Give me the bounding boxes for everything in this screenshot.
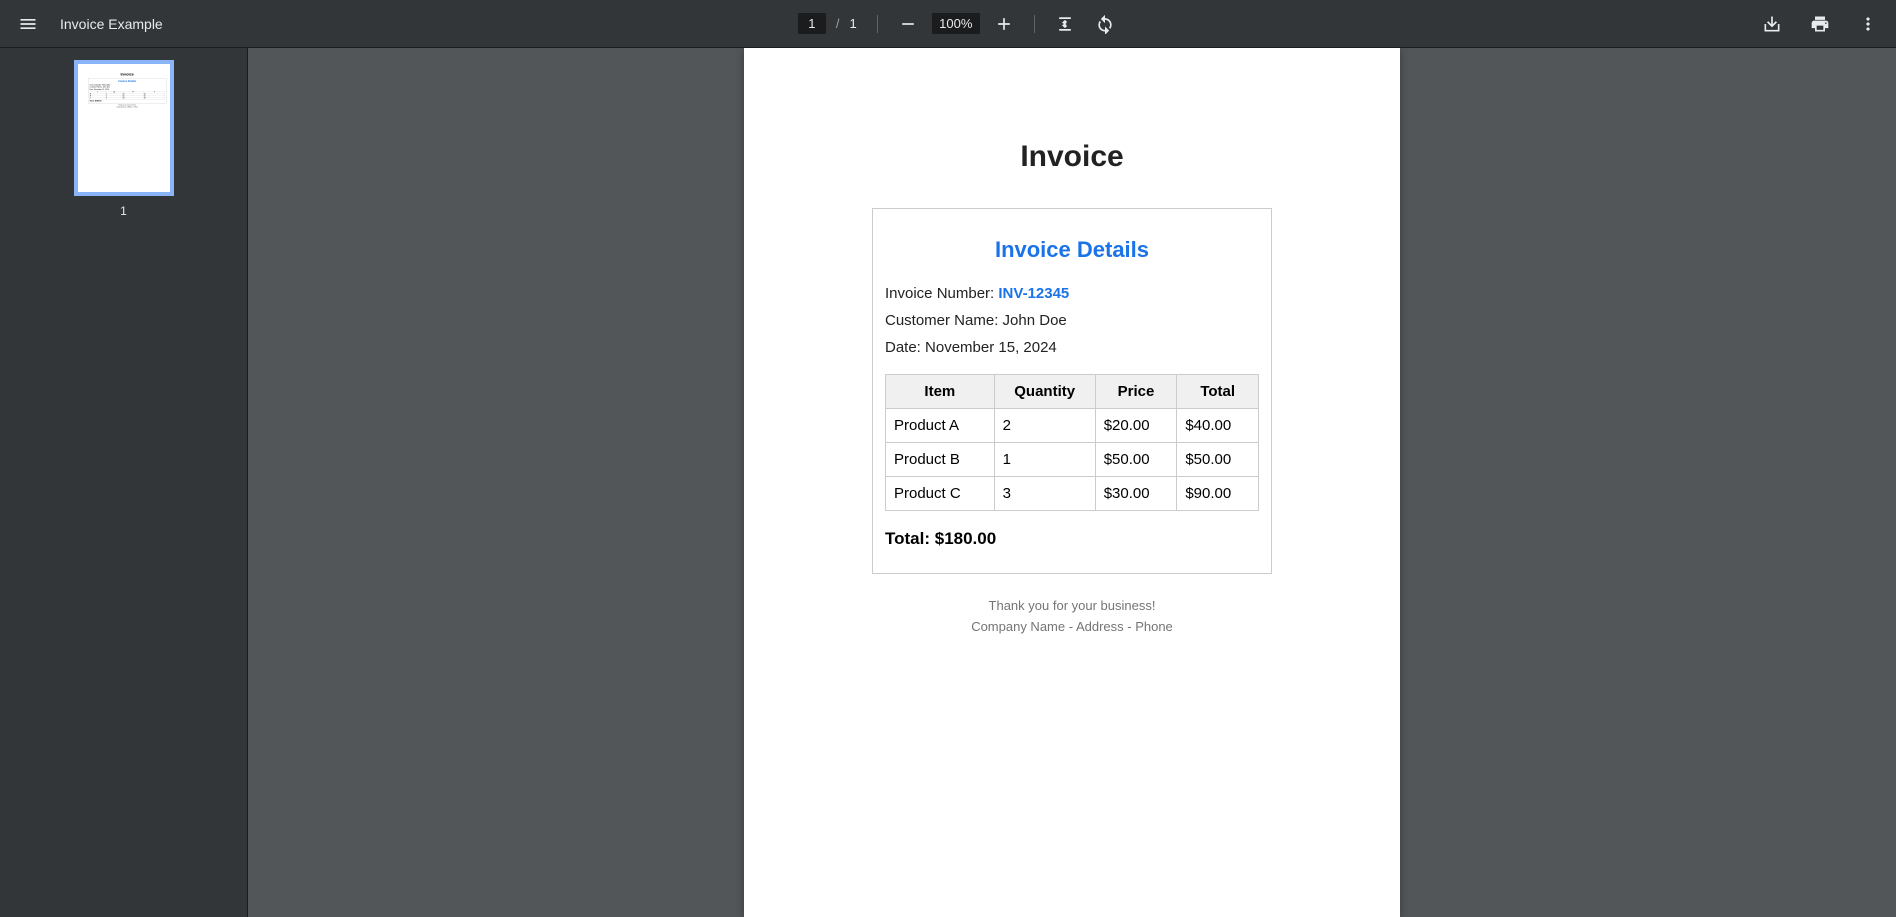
page-separator: / xyxy=(836,16,840,31)
col-qty: Quantity xyxy=(994,375,1095,409)
invoice-number-line: Invoice Number: INV-12345 xyxy=(885,285,1259,302)
page-thumbnail[interactable]: Invoice Invoice Details Invoice Number: … xyxy=(74,60,174,196)
cell-qty: 2 xyxy=(994,409,1095,443)
divider xyxy=(877,15,878,33)
menu-icon[interactable] xyxy=(12,8,44,40)
cell-qty: 1 xyxy=(994,443,1095,477)
table-row: Product B 1 $50.00 $50.00 xyxy=(886,443,1259,477)
pdf-page: Invoice Invoice Details Invoice Number: … xyxy=(744,48,1400,917)
cell-total: $90.00 xyxy=(1177,477,1259,511)
download-icon[interactable] xyxy=(1756,8,1788,40)
page-total: 1 xyxy=(850,16,857,31)
date-label: Date: xyxy=(885,339,925,356)
more-icon[interactable] xyxy=(1852,8,1884,40)
zoom-input[interactable] xyxy=(932,13,980,34)
total-value: $180.00 xyxy=(935,529,996,548)
date-line: Date: November 15, 2024 xyxy=(885,339,1259,356)
customer-label: Customer Name: xyxy=(885,312,1003,329)
cell-price: $30.00 xyxy=(1095,477,1177,511)
customer-value: John Doe xyxy=(1003,312,1067,329)
col-item: Item xyxy=(886,375,995,409)
customer-name-line: Customer Name: John Doe xyxy=(885,312,1259,329)
rotate-icon[interactable] xyxy=(1089,8,1121,40)
main-viewport[interactable]: Invoice Invoice Details Invoice Number: … xyxy=(248,48,1896,917)
cell-item: Product A xyxy=(886,409,995,443)
zoom-out-icon[interactable] xyxy=(892,8,924,40)
cell-price: $50.00 xyxy=(1095,443,1177,477)
cell-item: Product B xyxy=(886,443,995,477)
invoice-number-value: INV-12345 xyxy=(998,285,1069,302)
fit-page-icon[interactable] xyxy=(1049,8,1081,40)
invoice-table: Item Quantity Price Total Product A 2 $2… xyxy=(885,374,1259,511)
divider xyxy=(1034,15,1035,33)
table-header-row: Item Quantity Price Total xyxy=(886,375,1259,409)
thumbnail-label: 1 xyxy=(120,204,127,218)
col-total: Total xyxy=(1177,375,1259,409)
invoice-details-heading: Invoice Details xyxy=(885,237,1259,263)
cell-total: $40.00 xyxy=(1177,409,1259,443)
invoice-number-label: Invoice Number: xyxy=(885,285,998,302)
page-number-input[interactable] xyxy=(798,13,826,34)
cell-qty: 3 xyxy=(994,477,1095,511)
document-title: Invoice Example xyxy=(60,16,163,32)
col-price: Price xyxy=(1095,375,1177,409)
table-row: Product A 2 $20.00 $40.00 xyxy=(886,409,1259,443)
cell-total: $50.00 xyxy=(1177,443,1259,477)
invoice-footer: Thank you for your business! Company Nam… xyxy=(872,598,1272,634)
zoom-in-icon[interactable] xyxy=(988,8,1020,40)
print-icon[interactable] xyxy=(1804,8,1836,40)
thumbnail-sidebar: Invoice Invoice Details Invoice Number: … xyxy=(0,48,248,917)
total-label: Total: xyxy=(885,529,935,548)
table-row: Product C 3 $30.00 $90.00 xyxy=(886,477,1259,511)
toolbar: Invoice Example / 1 xyxy=(0,0,1896,48)
cell-price: $20.00 xyxy=(1095,409,1177,443)
invoice-box: Invoice Details Invoice Number: INV-1234… xyxy=(872,208,1272,574)
total-line: Total: $180.00 xyxy=(885,529,1259,549)
footer-company: Company Name - Address - Phone xyxy=(872,619,1272,634)
invoice-title: Invoice xyxy=(872,140,1272,174)
cell-item: Product C xyxy=(886,477,995,511)
date-value: November 15, 2024 xyxy=(925,339,1057,356)
footer-thanks: Thank you for your business! xyxy=(872,598,1272,613)
